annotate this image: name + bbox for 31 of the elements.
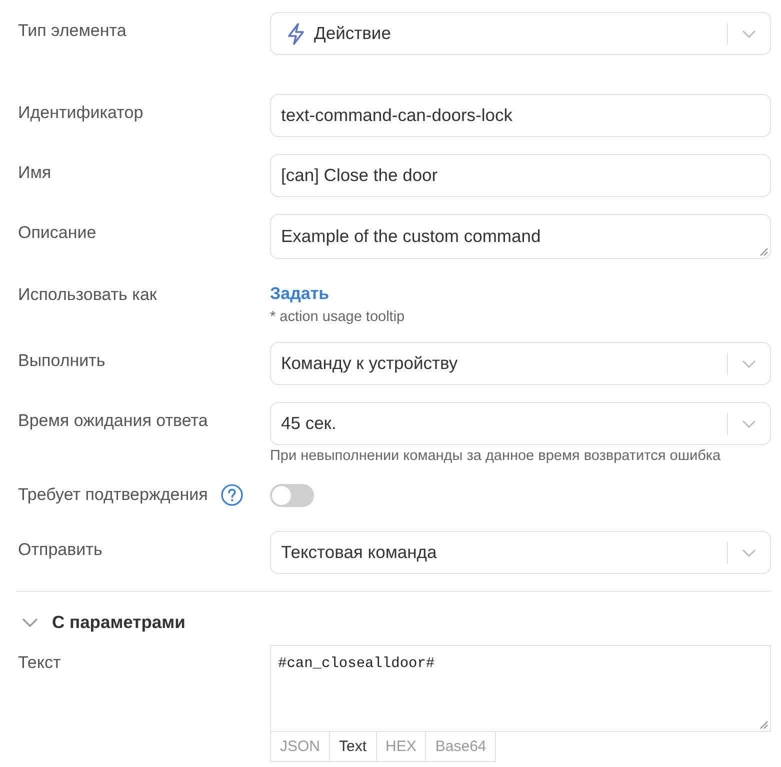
text-area[interactable]: Example of the custom command: [270, 214, 771, 259]
select-field[interactable]: Команду к устройству: [270, 342, 771, 385]
select-field[interactable]: Действие: [270, 12, 771, 55]
select-field[interactable]: 45 сек.: [270, 402, 771, 445]
select-field[interactable]: Текстовая команда: [270, 531, 771, 574]
resize-handle-icon[interactable]: [760, 721, 768, 729]
field-label: Имя: [18, 162, 52, 184]
text-input[interactable]: text-command-can-doors-lock: [270, 94, 771, 137]
chevron-down-icon: [742, 30, 756, 38]
field-label: Текст: [18, 652, 61, 674]
field-label: Идентификатор: [18, 102, 144, 124]
help-icon[interactable]: [220, 484, 243, 506]
text-input[interactable]: [can] Close the door: [270, 154, 771, 197]
code-editor[interactable]: #can_closealldoor#: [270, 645, 771, 732]
field-label: Отправить: [18, 539, 102, 561]
field-label: Описание: [18, 222, 96, 244]
lightning-icon: [287, 22, 305, 44]
chevron-down-icon: [742, 420, 756, 428]
field-label: Использовать как: [18, 284, 157, 306]
chevron-down-icon: [742, 548, 756, 556]
hint-text: При невыполнении команды за данное время возвратится ошибка: [270, 447, 721, 466]
field-label: Тип элемента: [18, 20, 126, 42]
section-toggle[interactable]: С параметрами: [18, 610, 186, 634]
field-label: Время ожидания ответа: [18, 410, 208, 432]
link[interactable]: Задать: [270, 276, 330, 306]
hint-text: * action usage tooltip: [270, 308, 405, 327]
chevron-down-icon: [742, 360, 756, 368]
resize-handle-icon[interactable]: [760, 248, 768, 256]
field-label: Требует подтверждения: [18, 484, 208, 506]
field-label: Выполнить: [18, 350, 106, 372]
toggle-switch[interactable]: [270, 484, 314, 506]
